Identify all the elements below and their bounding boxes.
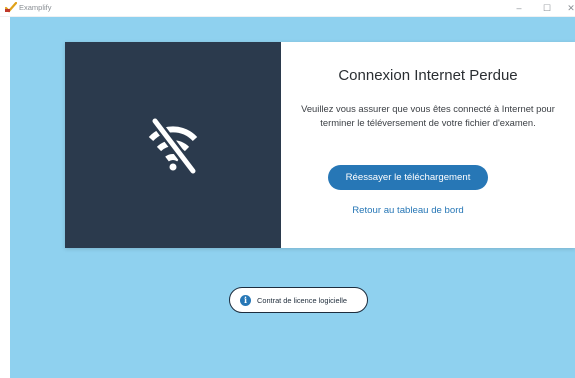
app-name: Examplify bbox=[19, 3, 52, 12]
wifi-off-icon bbox=[148, 117, 198, 175]
back-to-dashboard-link[interactable]: Retour au tableau de bord bbox=[281, 204, 535, 218]
dialog-title: Connexion Internet Perdue bbox=[338, 67, 518, 84]
close-button[interactable]: ✕ bbox=[560, 0, 575, 16]
license-agreement-button[interactable]: i Contrat de licence logicielle bbox=[229, 287, 368, 313]
connection-lost-dialog: Connexion Internet Perdue Veuillez vous … bbox=[65, 42, 575, 248]
main-content: Connexion Internet Perdue Veuillez vous … bbox=[10, 17, 575, 378]
title-bar: Examplify – ☐ ✕ bbox=[0, 0, 575, 17]
minimize-button[interactable]: – bbox=[508, 0, 530, 16]
maximize-button[interactable]: ☐ bbox=[536, 0, 558, 16]
dialog-icon-panel bbox=[65, 42, 281, 248]
license-agreement-label: Contrat de licence logicielle bbox=[257, 296, 347, 305]
app-logo-icon bbox=[5, 2, 17, 13]
retry-upload-button[interactable]: Réessayer le téléchargement bbox=[328, 165, 488, 190]
info-icon: i bbox=[240, 295, 251, 306]
dialog-body: Connexion Internet Perdue Veuillez vous … bbox=[281, 42, 575, 248]
dialog-message: Veuillez vous assurer que vous êtes conn… bbox=[301, 103, 555, 128]
